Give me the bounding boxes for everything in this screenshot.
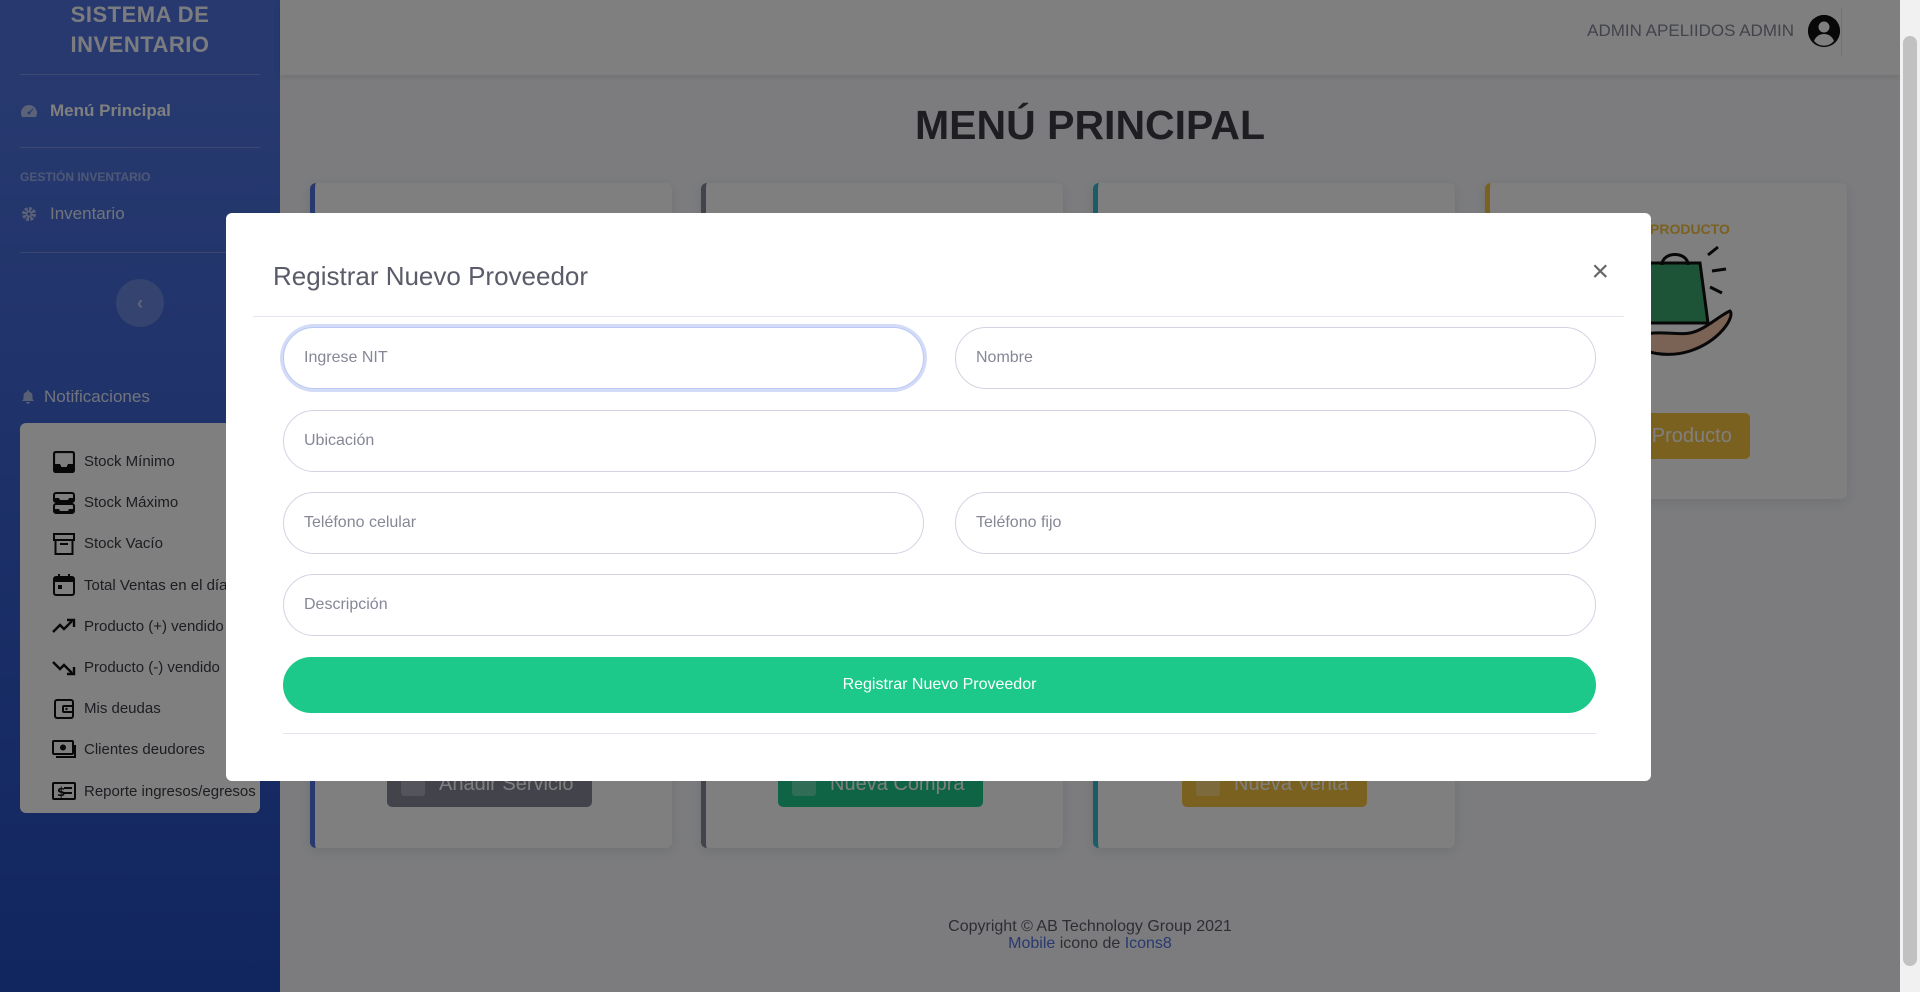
- descripcion-input[interactable]: [283, 574, 1596, 636]
- telefono-fijo-input[interactable]: [955, 492, 1596, 554]
- close-icon[interactable]: ×: [1591, 257, 1609, 287]
- modal-header-divider: [253, 316, 1624, 317]
- register-supplier-button[interactable]: Registrar Nuevo Proveedor: [283, 657, 1596, 713]
- modal-title: Registrar Nuevo Proveedor: [273, 261, 589, 291]
- nit-input[interactable]: [283, 327, 924, 389]
- modal-footer-divider: [283, 733, 1596, 734]
- register-supplier-modal: Registrar Nuevo Proveedor × Registrar Nu…: [226, 213, 1651, 781]
- page-scrollbar[interactable]: [1900, 0, 1920, 992]
- nombre-input[interactable]: [955, 327, 1596, 389]
- telefono-celular-input[interactable]: [283, 492, 924, 554]
- scrollbar-thumb[interactable]: [1903, 36, 1917, 966]
- ubicacion-input[interactable]: [283, 410, 1596, 472]
